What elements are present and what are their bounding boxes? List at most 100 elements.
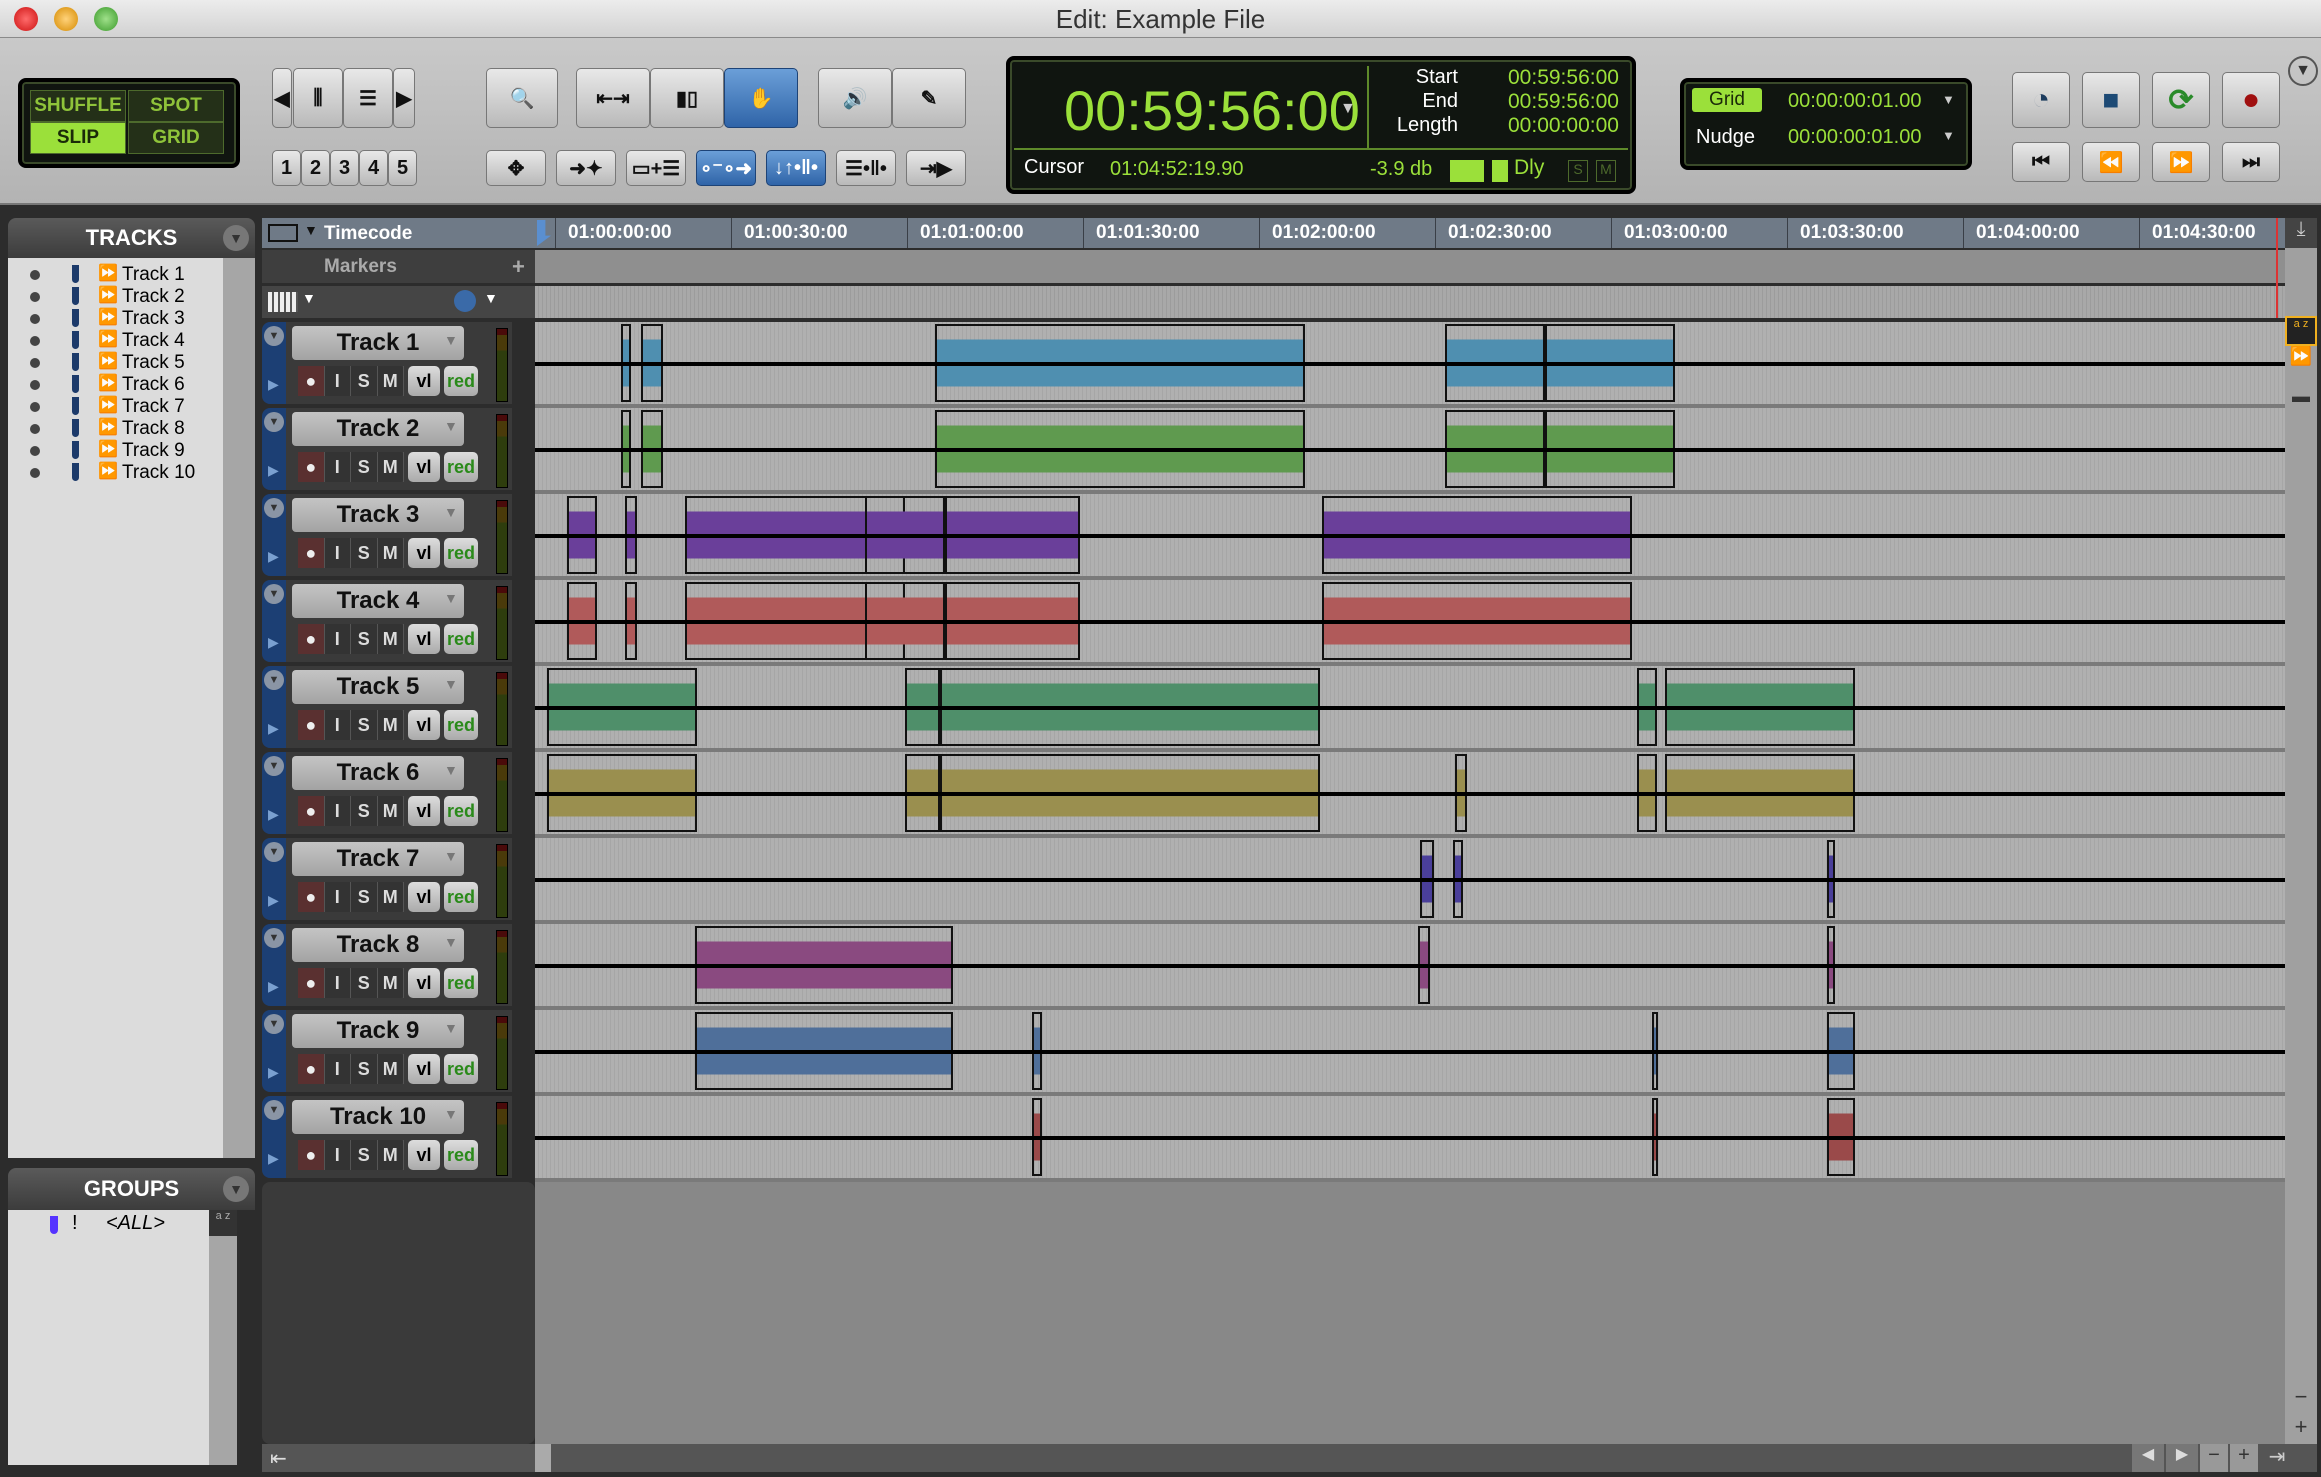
selection-start[interactable]: 00:59:56:00 <box>1508 66 1619 90</box>
track-options-icon[interactable]: ▼ <box>264 326 284 346</box>
track-lane[interactable] <box>535 752 2285 838</box>
solo-button[interactable]: S <box>351 710 378 740</box>
group-name[interactable]: <ALL> <box>106 1212 165 1235</box>
track-select-edge[interactable]: ▼ ▶ <box>262 666 286 748</box>
play-button[interactable]: ⟳ <box>2152 72 2210 128</box>
selection-end[interactable]: 00:59:56:00 <box>1508 90 1619 114</box>
automation-mode-button[interactable]: red <box>444 538 478 568</box>
track-name-dropdown-icon[interactable]: ▼ <box>444 676 458 692</box>
scroll-to-start-icon[interactable]: ⇤ <box>270 1446 287 1471</box>
input-monitor-button[interactable]: I <box>325 968 351 998</box>
record-enable-button[interactable]: ● <box>298 538 325 568</box>
record-enable-button[interactable]: ● <box>298 452 325 482</box>
track-lane[interactable] <box>535 494 2285 580</box>
scroll-to-top-icon[interactable]: ⤓ <box>2285 218 2317 248</box>
grid-value[interactable]: 00:00:00:01.00 <box>1788 90 1921 113</box>
track-show-dot-icon[interactable] <box>30 292 40 302</box>
groups-panel-menu-icon[interactable]: ▼ <box>223 1176 249 1202</box>
grid-label[interactable]: Grid <box>1692 88 1762 112</box>
solo-button[interactable]: S <box>351 968 378 998</box>
track-select-edge[interactable]: ▼ ▶ <box>262 322 286 404</box>
track-view-button[interactable]: vl <box>408 882 440 912</box>
add-marker-icon[interactable]: + <box>512 254 525 280</box>
track-options-icon[interactable]: ▼ <box>264 584 284 604</box>
mute-button[interactable]: M <box>378 1054 404 1084</box>
smart-grabber-tool-button[interactable]: ✋ <box>724 68 798 128</box>
track-name[interactable]: Track 1 <box>292 326 464 360</box>
track-show-dot-icon[interactable] <box>30 468 40 478</box>
track-name-dropdown-icon[interactable]: ▼ <box>444 762 458 778</box>
slip-mode-button[interactable]: SLIP <box>30 122 126 154</box>
volume-automation-line[interactable] <box>535 1136 2285 1140</box>
volume-automation-line[interactable] <box>535 620 2285 624</box>
track-view-button[interactable]: vl <box>408 710 440 740</box>
tracks-list-item[interactable]: ⏩ Track 2 <box>8 286 223 308</box>
tracks-list-item[interactable]: ⏩ Track 10 <box>8 462 223 484</box>
markers-ruler[interactable] <box>535 250 2285 283</box>
mute-button[interactable]: M <box>378 366 404 396</box>
fast-forward-button[interactable]: ⏩ <box>2152 142 2210 182</box>
mute-button[interactable]: M <box>378 538 404 568</box>
input-monitor-button[interactable]: I <box>325 366 351 396</box>
track-show-dot-icon[interactable] <box>30 380 40 390</box>
tracks-list-item[interactable]: ⏩ Track 3 <box>8 308 223 330</box>
track-select-edge[interactable]: ▼ ▶ <box>262 924 286 1006</box>
playhead-marker-icon[interactable] <box>537 220 551 246</box>
record-enable-button[interactable]: ● <box>298 1054 325 1084</box>
zoom-in-button[interactable]: ▶ <box>393 68 415 128</box>
tracks-list-scrollbar[interactable] <box>223 258 255 1158</box>
track-lane[interactable] <box>535 1096 2285 1182</box>
zoom-preset-5[interactable]: 5 <box>388 150 417 186</box>
track-show-dot-icon[interactable] <box>30 314 40 324</box>
track-options-icon[interactable]: ▼ <box>264 498 284 518</box>
mute-button[interactable]: M <box>378 452 404 482</box>
tracks-list-item[interactable]: ⏩ Track 9 <box>8 440 223 462</box>
track-lane[interactable] <box>535 1010 2285 1096</box>
volume-automation-line[interactable] <box>535 792 2285 796</box>
track-name-dropdown-icon[interactable]: ▼ <box>444 504 458 520</box>
grid-mode-button[interactable]: GRID <box>128 122 224 154</box>
automation-mode-button[interactable]: red <box>444 1054 478 1084</box>
automation-mode-button[interactable]: red <box>444 366 478 396</box>
track-select-edge[interactable]: ▼ ▶ <box>262 1010 286 1092</box>
tab-to-transient-button[interactable]: ➜✦ <box>556 150 616 186</box>
input-monitor-button[interactable]: I <box>325 624 351 654</box>
midi-zoom-button[interactable]: ☰ <box>343 68 393 128</box>
track-show-dot-icon[interactable] <box>30 358 40 368</box>
track-show-dot-icon[interactable] <box>30 336 40 346</box>
link-timeline-button[interactable]: ↓↑•‖• <box>766 150 826 186</box>
zoom-out-button[interactable]: ◀ <box>272 68 292 128</box>
ruler-dropdown-icon[interactable]: ▼ <box>304 222 318 238</box>
zoom-in-horizontal-icon[interactable]: + <box>2230 1444 2258 1472</box>
track-show-dot-icon[interactable] <box>30 270 40 280</box>
stop-button[interactable]: ■ <box>2082 72 2140 128</box>
shuffle-mode-button[interactable]: SHUFFLE <box>30 90 126 122</box>
tracks-list-item[interactable]: ⏩ Track 5 <box>8 352 223 374</box>
track-options-icon[interactable]: ▼ <box>264 670 284 690</box>
counter-dropdown-icon[interactable]: ▼ <box>1340 100 1356 118</box>
zoom-preset-1[interactable]: 1 <box>272 150 301 186</box>
tracks-panel-menu-icon[interactable]: ▼ <box>223 225 249 251</box>
track-view-button[interactable]: vl <box>408 1054 440 1084</box>
online-button[interactable]: ◔ <box>2012 72 2070 128</box>
scroll-to-end-icon[interactable]: ⇥ <box>2262 1444 2292 1472</box>
track-lane[interactable] <box>535 924 2285 1010</box>
track-show-dot-icon[interactable] <box>30 402 40 412</box>
track-options-icon[interactable]: ▼ <box>264 1100 284 1120</box>
track-view-button[interactable]: vl <box>408 452 440 482</box>
record-enable-button[interactable]: ● <box>298 366 325 396</box>
track-name[interactable]: Track 3 <box>292 498 464 532</box>
volume-automation-line[interactable] <box>535 362 2285 366</box>
zoom-out-vertical-icon[interactable]: − <box>2285 1384 2317 1414</box>
insertion-follows-playback-button[interactable]: ⇥▶ <box>906 150 966 186</box>
track-name-dropdown-icon[interactable]: ▼ <box>444 1106 458 1122</box>
scroll-left-icon[interactable]: ◀ <box>2132 1444 2164 1472</box>
track-select-edge[interactable]: ▼ ▶ <box>262 1096 286 1178</box>
spot-mode-button[interactable]: SPOT <box>128 90 224 122</box>
track-name[interactable]: Track 5 <box>292 670 464 704</box>
fast-forward-icon[interactable]: ⏩ <box>2285 346 2317 386</box>
input-monitor-button[interactable]: I <box>325 1140 351 1170</box>
track-view-button[interactable]: vl <box>408 1140 440 1170</box>
track-name[interactable]: Track 10 <box>292 1100 464 1134</box>
clock-dropdown-icon[interactable]: ▼ <box>484 290 498 306</box>
